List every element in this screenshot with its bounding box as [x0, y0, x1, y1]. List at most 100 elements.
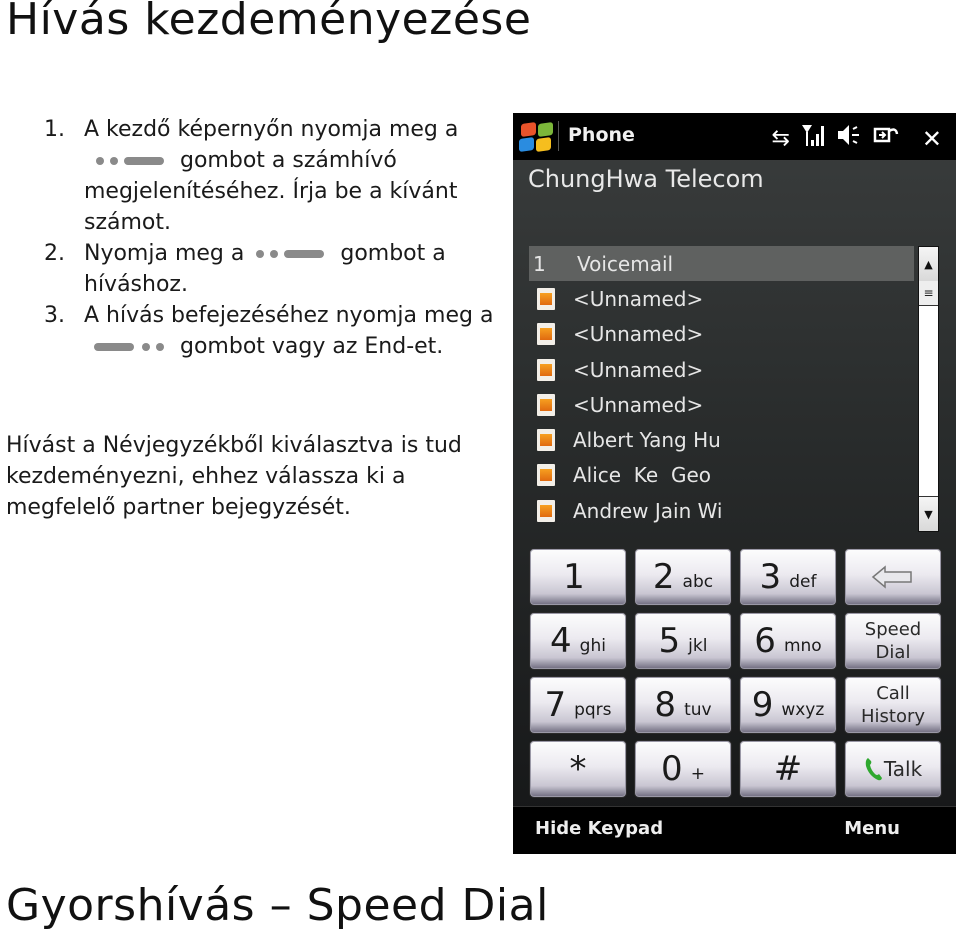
- list-item[interactable]: <Unnamed>: [529, 317, 914, 352]
- contact-card-icon: [537, 393, 555, 416]
- list-item[interactable]: <Unnamed>: [529, 387, 914, 422]
- phone-screenshot: Phone ⇆ ✕ ChungHwa Telecom 1 Voicemail <…: [513, 113, 956, 854]
- key-7[interactable]: 7 pqrs: [529, 676, 627, 734]
- key-digit: 7: [544, 685, 567, 725]
- soft-key-bar: Hide Keypad Menu: [513, 806, 956, 854]
- list-item-label: <Unnamed>: [573, 392, 704, 417]
- intro-paragraph: Hívást a Névjegyzékből kiválasztva is tu…: [6, 433, 462, 520]
- key-2[interactable]: 2 abc: [634, 548, 732, 606]
- section-title: Gyorshívás – Speed Dial: [6, 880, 549, 931]
- key-digit: 1: [563, 557, 585, 597]
- list-item-index: 1: [533, 251, 546, 276]
- talk-key-icon: [92, 154, 172, 168]
- key-letters: mno: [783, 636, 822, 656]
- close-icon[interactable]: ✕: [922, 125, 942, 153]
- contact-card-icon: [537, 287, 555, 310]
- app-title: Phone: [568, 124, 635, 146]
- key-star[interactable]: *: [529, 740, 627, 798]
- list-item-label: Andrew Jain Wi: [573, 498, 723, 523]
- key-8[interactable]: 8 tuv: [634, 676, 732, 734]
- list-item-label: <Unnamed>: [573, 322, 704, 347]
- talk-key-icon: [252, 247, 332, 261]
- speed-dial-button[interactable]: Speed Dial: [844, 612, 942, 670]
- scroll-down-button[interactable]: ▼: [919, 496, 938, 531]
- key-digit: 2: [652, 557, 675, 597]
- end-key-icon: [92, 340, 172, 354]
- key-6[interactable]: 6 mno: [739, 612, 837, 670]
- key-digit: 8: [654, 685, 677, 725]
- key-label-line1: Call: [876, 683, 910, 704]
- signal-icon[interactable]: [800, 122, 826, 156]
- list-item-label: <Unnamed>: [573, 286, 704, 311]
- key-letters: abc: [682, 572, 714, 592]
- list-item[interactable]: Alice Ke Geo: [529, 458, 914, 493]
- step-3: 3. A hívás befejezéséhez nyomja meg a gom…: [40, 300, 510, 362]
- key-letters: jkl: [688, 636, 708, 656]
- list-item[interactable]: <Unnamed>: [529, 281, 914, 316]
- key-letters: ghi: [579, 636, 606, 656]
- key-0[interactable]: 0 +: [634, 740, 732, 798]
- list-item[interactable]: Andrew Jain Wi: [529, 493, 914, 528]
- status-icons: ⇆ ✕: [771, 122, 942, 156]
- key-digit: 3: [759, 557, 782, 597]
- contact-card-icon: [537, 499, 555, 522]
- key-5[interactable]: 5 jkl: [634, 612, 732, 670]
- contact-card-icon: [537, 429, 555, 452]
- key-hash[interactable]: #: [739, 740, 837, 798]
- battery-plug-icon[interactable]: [872, 122, 900, 156]
- contact-card-icon: [537, 323, 555, 346]
- list-item-label: Voicemail: [577, 251, 674, 276]
- contact-card-icon: [537, 358, 555, 381]
- scroll-up-button[interactable]: ▲: [919, 247, 938, 282]
- key-3[interactable]: 3 def: [739, 548, 837, 606]
- title-separator: [558, 121, 559, 151]
- scroll-thumb[interactable]: ≡: [919, 281, 938, 306]
- call-history-button[interactable]: Call History: [844, 676, 942, 734]
- hide-keypad-softkey[interactable]: Hide Keypad: [535, 818, 663, 839]
- step-number: 1.: [44, 117, 65, 142]
- phone-handset-icon: [865, 758, 882, 781]
- instruction-steps: 1. A kezdő képernyőn nyomja meg a gombot …: [40, 114, 510, 362]
- key-digit: 4: [550, 621, 572, 661]
- list-item-label: <Unnamed>: [573, 357, 704, 382]
- key-letters: def: [789, 572, 817, 592]
- talk-button[interactable]: Talk: [844, 740, 942, 798]
- list-item-label: Alice Ke Geo: [573, 463, 711, 488]
- contact-card-icon: [537, 464, 555, 487]
- key-letters: tuv: [684, 700, 712, 720]
- key-4[interactable]: 4 ghi: [529, 612, 627, 670]
- grip-icon: ≡: [923, 286, 934, 300]
- key-label-line1: Speed: [864, 619, 922, 640]
- step-text-before: A hívás befejezéséhez nyomja meg a: [84, 303, 494, 328]
- key-label-line2: History: [860, 706, 926, 727]
- step-text-after: gombot vagy az End-et.: [180, 334, 444, 359]
- step-number: 2.: [44, 241, 65, 266]
- key-digit: 9: [751, 685, 774, 725]
- speaker-icon[interactable]: [836, 122, 862, 156]
- list-item[interactable]: <Unnamed>: [529, 352, 914, 387]
- backspace-button[interactable]: [844, 548, 942, 606]
- operator-name: ChungHwa Telecom: [528, 165, 764, 193]
- menu-softkey[interactable]: Menu: [844, 818, 900, 839]
- step-text-before: A kezdő képernyőn nyomja meg a: [84, 117, 459, 142]
- data-sync-icon[interactable]: ⇆: [771, 125, 789, 153]
- page-title: Hívás kezdeményezése: [6, 0, 532, 45]
- key-1[interactable]: 1: [529, 548, 627, 606]
- key-digit: 6: [754, 621, 776, 661]
- backspace-icon: [871, 565, 912, 589]
- list-item-voicemail[interactable]: 1 Voicemail: [529, 246, 914, 282]
- title-bar: Phone ⇆ ✕: [513, 113, 956, 160]
- key-label-line2: Dial: [875, 642, 911, 663]
- list-item[interactable]: Albert Yang Hu: [529, 422, 914, 457]
- dial-keypad: 1 2 abc 3 def 4 ghi 5 jkl 6 mno Speed Dial 7 pq…: [529, 548, 943, 798]
- start-logo-icon[interactable]: [519, 121, 555, 153]
- talk-label: Talk: [883, 756, 923, 781]
- key-letters: +: [690, 764, 705, 784]
- key-digit: 0: [661, 749, 683, 789]
- list-item-label: Albert Yang Hu: [573, 428, 721, 453]
- step-1: 1. A kezdő képernyőn nyomja meg a gombot …: [40, 114, 510, 238]
- list-scrollbar[interactable]: ▲ ≡ ▼: [918, 246, 939, 532]
- key-9[interactable]: 9 wxyz: [739, 676, 837, 734]
- key-digit: *: [569, 749, 587, 789]
- step-text-before: Nyomja meg a: [84, 241, 245, 266]
